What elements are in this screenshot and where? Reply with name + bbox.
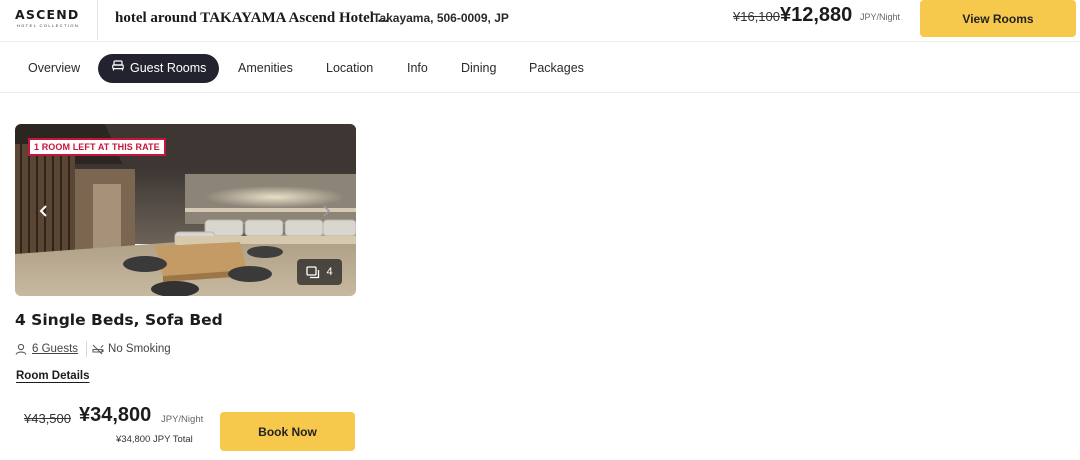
tab-label: Guest Rooms xyxy=(130,61,207,75)
header-price: ¥12,880 xyxy=(780,4,853,26)
tab-amenities[interactable]: Amenities xyxy=(238,54,293,83)
room-price-unit: JPY/Night xyxy=(161,414,204,425)
tab-info[interactable]: Info xyxy=(407,54,428,83)
ascend-logo[interactable]: ASCEND HOTEL COLLECTION xyxy=(15,8,81,32)
tab-label: Overview xyxy=(28,61,81,75)
guests-link[interactable]: 6 Guests xyxy=(32,343,78,355)
tab-guest-rooms[interactable]: Guest Rooms xyxy=(98,53,220,83)
room-photo-carousel[interactable]: 1 ROOM LEFT AT THIS RATE 4 xyxy=(15,124,356,296)
header-price-unit: JPY/Night xyxy=(860,12,901,22)
tab-overview[interactable]: Overview xyxy=(28,54,80,83)
carousel-next-button[interactable] xyxy=(313,198,339,224)
hotel-name: hotel around TAKAYAMA Ascend Hotel ... xyxy=(115,10,389,26)
bed-icon xyxy=(112,53,124,82)
no-smoking-icon xyxy=(92,344,104,355)
photo-count-button[interactable]: 4 xyxy=(297,259,342,285)
header-divider xyxy=(97,0,98,40)
header-original-price: ¥16,100 xyxy=(733,9,780,24)
tab-packages[interactable]: Packages xyxy=(529,54,584,83)
section-tabs: Overview Guest Rooms Amenities Location … xyxy=(0,43,1080,93)
tab-location[interactable]: Location xyxy=(326,54,373,83)
tab-label: Info xyxy=(407,61,428,75)
tab-label: Location xyxy=(326,61,374,75)
room-total-price: ¥34,800 JPY Total xyxy=(116,434,193,445)
scarcity-badge: 1 ROOM LEFT AT THIS RATE xyxy=(28,138,166,156)
logo-text: ASCEND xyxy=(15,7,80,22)
photo-count: 4 xyxy=(326,266,333,278)
book-now-button[interactable]: Book Now xyxy=(220,412,355,451)
room-meta: 6 Guests No Smoking xyxy=(15,341,171,357)
carousel-prev-button[interactable] xyxy=(31,198,57,224)
room-details-link[interactable]: Room Details xyxy=(16,370,90,382)
tab-label: Amenities xyxy=(238,61,293,75)
gallery-icon xyxy=(306,265,320,278)
tab-dining[interactable]: Dining xyxy=(461,54,496,83)
room-title: 4 Single Beds, Sofa Bed xyxy=(15,311,223,329)
chevron-right-icon xyxy=(323,205,331,217)
smoking-policy: No Smoking xyxy=(108,343,171,355)
chevron-left-icon xyxy=(39,205,47,217)
view-rooms-button[interactable]: View Rooms xyxy=(920,0,1076,37)
logo-subtext: HOTEL COLLECTION xyxy=(16,23,80,28)
room-original-price: ¥43,500 xyxy=(24,411,71,426)
person-icon xyxy=(15,343,27,355)
hotel-location: Takayama, 506-0009, JP xyxy=(373,11,509,25)
tab-label: Packages xyxy=(529,61,584,75)
meta-divider xyxy=(86,341,88,357)
tab-label: Dining xyxy=(461,61,497,75)
top-header: ASCEND HOTEL COLLECTION hotel around TAK… xyxy=(0,0,1080,42)
room-price: ¥34,800 xyxy=(79,404,152,426)
